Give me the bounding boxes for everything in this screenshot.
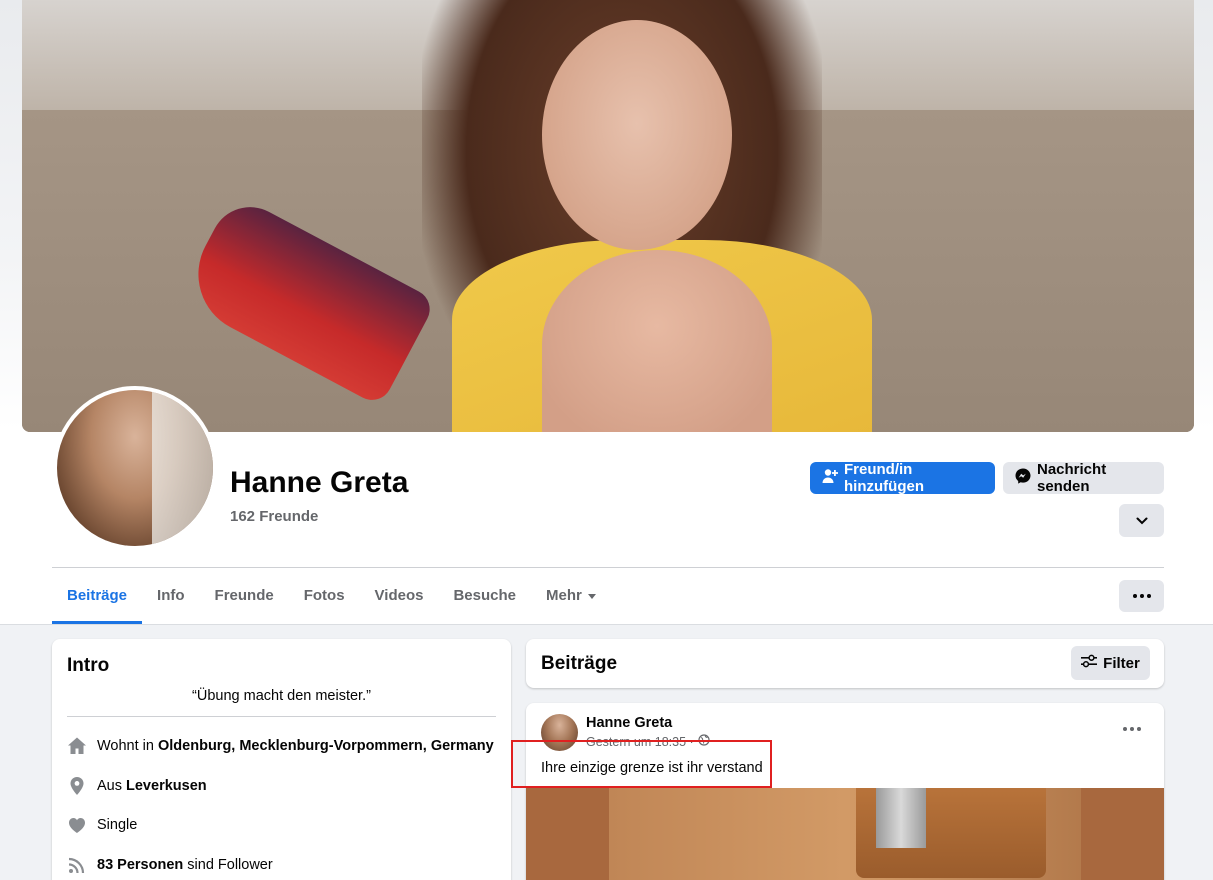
post-author-name[interactable]: Hanne Greta <box>586 715 672 731</box>
messenger-icon <box>1015 468 1031 488</box>
heart-icon <box>67 815 87 835</box>
add-friend-button[interactable]: Freund/in hinzufügen <box>810 461 995 495</box>
intro-card: Intro “Übung macht den meister.” Wohnt i… <box>52 639 511 880</box>
tab-beitraege[interactable]: Beiträge <box>52 568 143 624</box>
followers-count[interactable]: 83 Personen <box>97 857 183 873</box>
tab-info[interactable]: Info <box>142 568 200 624</box>
relationship-status: Single <box>97 817 138 833</box>
intro-lives-in: Wohnt in Oldenburg, Mecklenburg-Vorpomme… <box>67 736 494 756</box>
tab-besuche[interactable]: Besuche <box>438 568 531 624</box>
cover-photo[interactable] <box>22 0 1194 432</box>
profile-tabs: Beiträge Info Freunde Fotos Videos Besuc… <box>52 568 611 624</box>
intro-bio: “Übung macht den meister.” <box>192 688 371 704</box>
more-dots-icon <box>1132 594 1151 598</box>
from-value[interactable]: Leverkusen <box>126 778 207 794</box>
add-user-icon <box>822 468 838 488</box>
intro-from: Aus Leverkusen <box>67 776 207 796</box>
avatar-image <box>57 390 213 546</box>
send-message-label: Nachricht senden <box>1037 461 1107 495</box>
lives-in-value[interactable]: Oldenburg, Mecklenburg-Vorpommern, Germa… <box>158 738 494 754</box>
home-icon <box>67 736 87 756</box>
posts-title: Beiträge <box>541 653 618 674</box>
friends-count-link[interactable]: 162 Freunde <box>230 508 318 525</box>
more-dots-icon <box>1123 727 1141 731</box>
rss-feed-icon <box>67 855 87 875</box>
post-card: Hanne Greta Gestern um 18:35 · Ihre einz… <box>526 703 1164 880</box>
tab-videos[interactable]: Videos <box>360 568 439 624</box>
from-prefix: Aus <box>97 778 127 794</box>
intro-relationship: Single <box>67 815 137 835</box>
sliders-icon <box>1081 654 1098 672</box>
followers-suffix: sind Follower <box>183 857 273 873</box>
intro-title: Intro <box>67 655 110 676</box>
lives-in-prefix: Wohnt in <box>97 738 158 754</box>
filter-label: Filter <box>1103 654 1140 672</box>
tab-fotos[interactable]: Fotos <box>289 568 360 624</box>
post-options-button[interactable] <box>1120 719 1144 739</box>
intro-separator <box>67 716 496 717</box>
caret-down-icon <box>587 593 596 599</box>
location-pin-icon <box>67 776 87 796</box>
profile-name: Hanne Greta <box>230 466 409 499</box>
tab-freunde[interactable]: Freunde <box>200 568 289 624</box>
intro-followers: 83 Personen sind Follower <box>67 855 273 875</box>
add-friend-label: Freund/in hinzufügen <box>844 461 924 495</box>
send-message-button[interactable]: Nachricht senden <box>1003 461 1164 495</box>
post-image[interactable] <box>526 788 1164 880</box>
profile-options-dropdown[interactable] <box>1119 504 1164 537</box>
tab-mehr[interactable]: Mehr <box>531 568 611 624</box>
annotation-highlight-box <box>511 740 772 788</box>
chevron-down-icon <box>1136 512 1148 529</box>
profile-avatar[interactable] <box>53 386 217 550</box>
more-options-button[interactable] <box>1119 580 1164 612</box>
posts-header-card: Beiträge Filter <box>526 639 1164 688</box>
filter-button[interactable]: Filter <box>1071 646 1150 680</box>
tab-mehr-label: Mehr <box>546 587 582 604</box>
